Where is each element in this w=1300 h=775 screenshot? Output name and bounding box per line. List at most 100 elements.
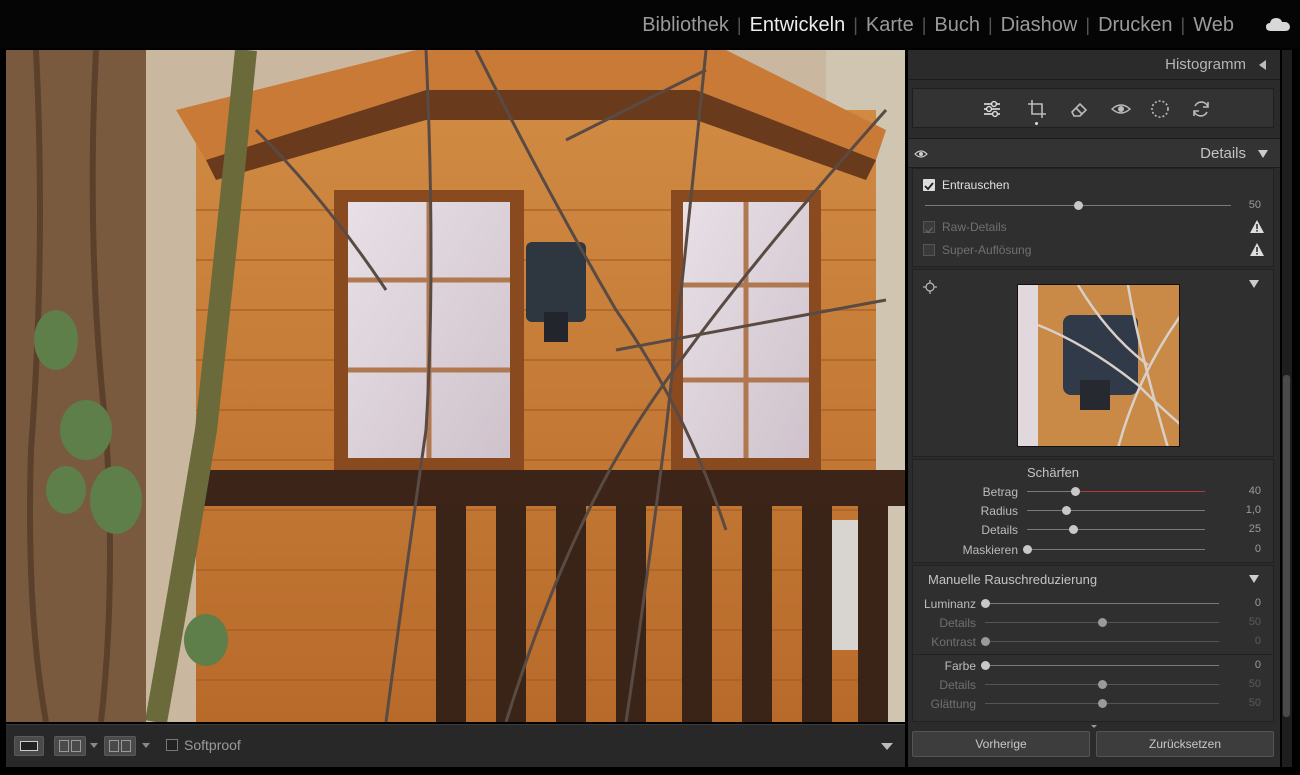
slider-value[interactable]: 50 [1231,616,1261,628]
slider-label: Farbe [944,659,976,673]
scroll-more-icon [1091,725,1097,728]
panel-scrollbar-thumb[interactable] [1283,375,1290,717]
slider-label: Radius [980,504,1018,519]
slider-track[interactable] [985,641,1219,642]
histogram-header[interactable]: Histogramm [908,50,1280,80]
slider-label: Details [939,616,976,630]
tool-strip [912,88,1274,128]
loupe-view-icon[interactable] [14,736,44,756]
manual-noise-reduction-section: Manuelle Rauschreduzierung Luminanz 0 Deta… [912,565,1274,722]
before-after-split-icon[interactable] [104,736,136,756]
edit-sliders-icon[interactable] [981,98,1003,120]
slider-label: Details [939,678,976,692]
slider-thumb[interactable] [981,661,990,670]
slider-track[interactable] [985,603,1219,604]
manual-nr-title: Manuelle Rauschreduzierung [928,572,1098,587]
previous-button[interactable]: Vorherige [912,731,1090,757]
cloud-icon[interactable] [1266,17,1290,31]
chevron-down-icon[interactable] [90,743,98,748]
module-map[interactable]: Karte [858,14,922,37]
slider-track[interactable] [1027,510,1205,512]
raw-details-checkbox[interactable] [923,221,935,234]
softproof-checkbox[interactable] [166,739,178,751]
crop-icon[interactable] [1026,98,1048,120]
denoise-value[interactable]: 50 [1231,199,1261,211]
slider-track[interactable] [1027,548,1205,550]
healing-icon[interactable] [1068,98,1090,120]
module-develop[interactable]: Entwickeln [742,14,854,37]
slider-value[interactable]: 50 [1231,678,1261,690]
denoise-section: Entrauschen 50 Raw-Details Super-Auflösu… [912,168,1274,267]
chevron-down-icon[interactable] [142,743,150,748]
reset-tool-icon[interactable] [1190,98,1212,120]
raw-details-label: Raw-Details [942,220,1007,234]
before-after-icon[interactable] [54,736,86,756]
sharpening-title: Schärfen [1027,465,1080,480]
details-header[interactable]: Details [908,138,1280,168]
softproof-label: Softproof [184,737,241,753]
slider-thumb[interactable] [981,637,990,646]
masking-icon[interactable] [1149,98,1171,120]
slider-thumb[interactable] [1069,525,1079,535]
module-web[interactable]: Web [1185,14,1242,37]
image-toolbar: Softproof [6,724,905,767]
module-bar: Bibliothek | Entwickeln | Karte | Buch |… [0,0,1300,48]
module-picker: Bibliothek | Entwickeln | Karte | Buch |… [634,14,1242,37]
toolbar-menu-chevron-icon[interactable] [881,743,893,750]
slider-track[interactable] [1027,491,1205,492]
super-resolution-checkbox[interactable] [923,244,935,256]
eye-icon[interactable] [914,149,928,159]
denoise-label: Entrauschen [942,178,1010,192]
slider-track[interactable] [985,665,1219,666]
module-print[interactable]: Drucken [1090,14,1180,37]
slider-value[interactable]: 50 [1231,697,1261,709]
slider-thumb[interactable] [1062,506,1072,516]
module-slideshow[interactable]: Diashow [993,14,1086,37]
active-tool-dot [1035,122,1038,125]
slider-value[interactable]: 40 [1231,485,1261,497]
develop-right-panel: Histogramm Details Entrauschen 50 Raw-De… [908,50,1280,767]
slider-label: Maskieren [962,542,1018,557]
slider-thumb[interactable] [1098,680,1107,689]
denoise-slider-thumb[interactable] [1074,201,1083,210]
slider-value[interactable]: 25 [1231,523,1261,535]
slider-value[interactable]: 0 [1231,635,1261,647]
warning-icon [1250,220,1264,233]
slider-label: Glättung [930,697,976,711]
module-library[interactable]: Bibliothek [634,14,737,37]
warning-icon [1250,243,1264,256]
slider-thumb[interactable] [1098,618,1107,627]
collapse-down-icon[interactable] [1258,150,1268,158]
collapse-left-icon[interactable] [1259,60,1266,70]
softproof-toggle[interactable]: Softproof [166,737,241,753]
photo-image [6,50,905,722]
histogram-title: Histogramm [1165,56,1246,73]
detail-preview[interactable] [1017,284,1180,447]
slider-value[interactable]: 1,0 [1231,504,1261,516]
slider-thumb[interactable] [1023,544,1032,554]
denoise-checkbox[interactable] [923,179,935,191]
sharpening-section: Schärfen Betrag 40 Radius 1,0 Details 25 Maski… [912,459,1274,563]
red-eye-icon[interactable] [1110,98,1132,120]
detail-preview-section [912,269,1274,457]
module-book[interactable]: Buch [926,14,988,37]
slider-value[interactable]: 0 [1231,659,1261,671]
reset-button[interactable]: Zurücksetzen [1096,731,1274,757]
slider-label: Details [981,523,1018,538]
slider-thumb[interactable] [1071,487,1081,496]
section-divider [913,654,1273,655]
super-resolution-label: Super-Auflösung [942,243,1032,257]
details-title: Details [1200,145,1246,162]
preview-collapse-icon[interactable] [1249,280,1259,288]
slider-track[interactable] [1027,529,1205,531]
photo-canvas[interactable] [6,50,905,722]
manual-nr-collapse-icon[interactable] [1249,575,1259,583]
slider-value[interactable]: 0 [1231,543,1261,555]
slider-label: Luminanz [923,597,976,611]
slider-value[interactable]: 0 [1231,597,1261,609]
target-crosshair-icon[interactable] [923,280,937,294]
slider-thumb[interactable] [1098,699,1107,708]
slider-label: Kontrast [931,635,976,649]
slider-label: Betrag [982,485,1018,499]
slider-thumb[interactable] [981,599,990,608]
